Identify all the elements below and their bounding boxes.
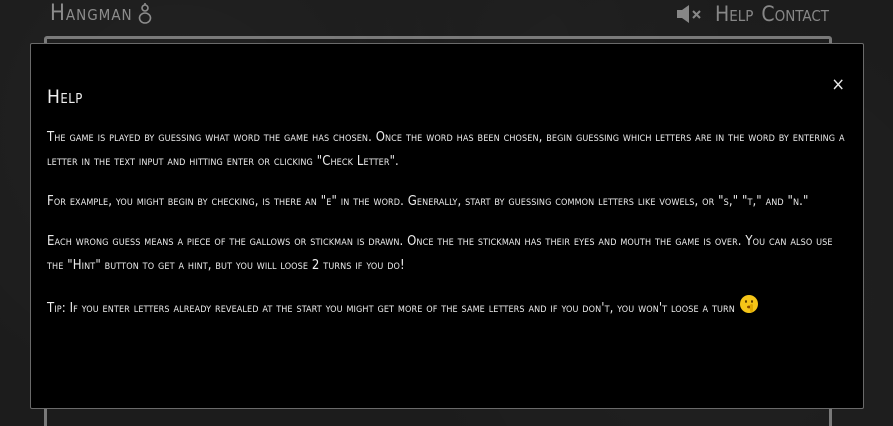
modal-body: The game is played by guessing what word… — [47, 126, 847, 323]
modal-title: Help — [47, 86, 83, 108]
close-button[interactable]: × — [831, 76, 845, 94]
tip-text: Tip: If you enter letters already reveal… — [47, 301, 735, 316]
shushing-face-icon — [739, 294, 759, 323]
help-paragraph: The game is played by guessing what word… — [47, 130, 845, 169]
help-tip: Tip: If you enter letters already reveal… — [47, 294, 847, 323]
help-paragraph: Each wrong guess means a piece of the ga… — [47, 234, 833, 273]
help-paragraph: For example, you might begin by checking… — [47, 194, 809, 209]
help-modal: × Help The game is played by guessing wh… — [30, 43, 864, 409]
